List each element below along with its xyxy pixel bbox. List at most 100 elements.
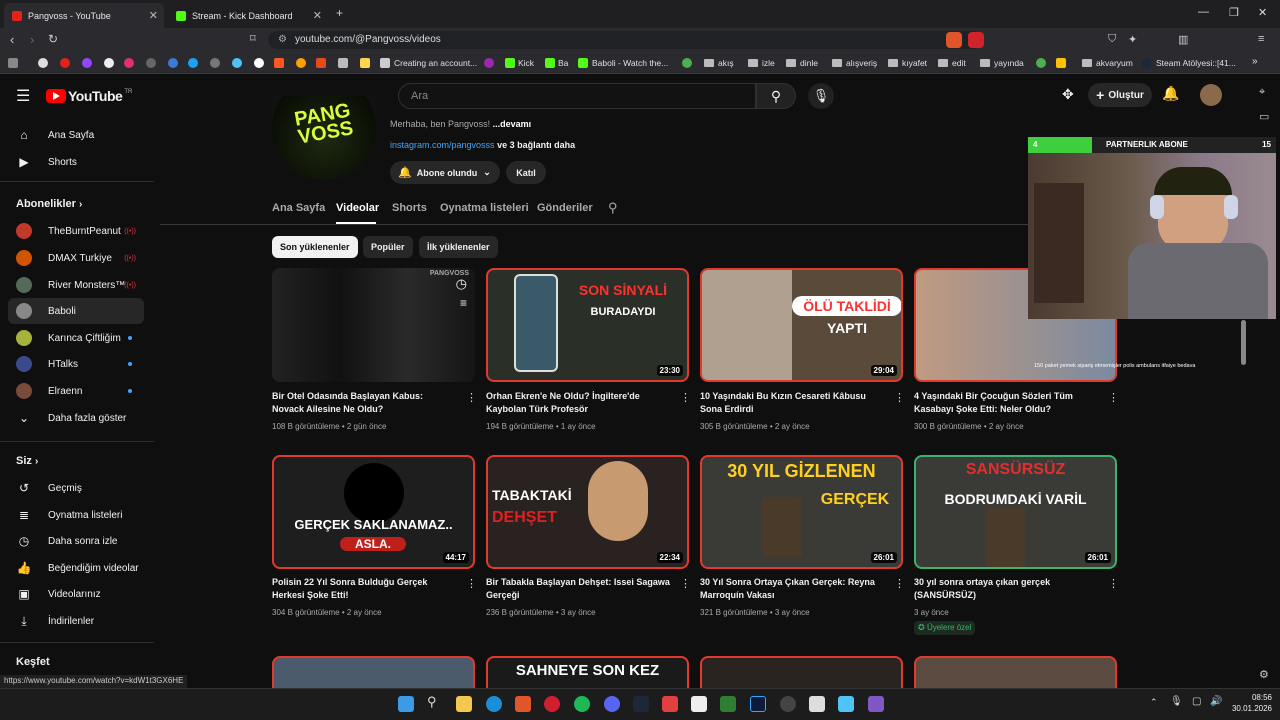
bookmark-creating-account[interactable]: Creating an account...: [394, 58, 477, 68]
chip-popular[interactable]: Popüler: [363, 236, 413, 258]
video-thumbnail[interactable]: [700, 656, 903, 688]
discord-icon[interactable]: [604, 696, 620, 712]
extensions-icon[interactable]: ✦: [1128, 33, 1137, 46]
reload-icon[interactable]: ↻: [48, 32, 58, 46]
back-icon[interactable]: ‹: [10, 32, 14, 47]
more-options-icon[interactable]: ⋮: [894, 577, 905, 590]
video-thumbnail[interactable]: GERÇEK SAKLANAMAZ.. ASLA. 44:17: [272, 455, 475, 569]
bookmark-folder-akis[interactable]: akış: [718, 58, 734, 68]
youtube-logo[interactable]: YouTube TR: [46, 88, 132, 104]
channel-search-icon[interactable]: ⚲: [608, 200, 618, 216]
brave-rewards-icon[interactable]: [968, 32, 984, 48]
tab-posts[interactable]: Gönderiler: [537, 202, 593, 214]
bookmark-icon[interactable]: [210, 58, 220, 68]
sidebar-item-downloads[interactable]: ⤓ İndirilenler: [8, 608, 144, 634]
more-options-icon[interactable]: ⋮: [680, 391, 691, 404]
sidebar-item-history[interactable]: ↺ Geçmiş: [8, 475, 144, 501]
bookmark-folder-alisveris[interactable]: alışveriş: [846, 58, 877, 68]
spotify-icon[interactable]: [574, 696, 590, 712]
more-options-icon[interactable]: ⋮: [466, 391, 477, 404]
bookmark-icon[interactable]: [338, 58, 348, 68]
video-title[interactable]: 4 Yaşındaki Bir Çocuğun Sözleri Tüm Kasa…: [914, 390, 1099, 416]
join-button[interactable]: Katıl: [506, 161, 546, 184]
opera-icon[interactable]: [544, 696, 560, 712]
photoshop-icon[interactable]: [750, 696, 766, 712]
file-explorer-icon[interactable]: [456, 696, 472, 712]
bookmark-folder-yayinda[interactable]: yayında: [994, 58, 1024, 68]
video-thumbnail[interactable]: 30 YIL GİZLENEN GERÇEK 26:01: [700, 455, 903, 569]
sidebar-item-shorts[interactable]: ▶ Shorts: [8, 149, 144, 175]
channel-avatar[interactable]: PANG VOSS: [272, 96, 376, 180]
video-thumbnail[interactable]: SAHNEYE SON KEZ: [486, 656, 689, 688]
bookmark-icon[interactable]: [124, 58, 134, 68]
url-field[interactable]: youtube.com/@Pangvoss/videos: [268, 31, 983, 49]
bookmark-icon[interactable]: [82, 58, 92, 68]
sidebar-item-watch-later[interactable]: ◷ Daha sonra izle: [8, 528, 144, 554]
video-thumbnail[interactable]: SANSÜRSÜZ BODRUMDAKİ VARİL 26:01: [914, 455, 1117, 569]
app-icon[interactable]: [691, 696, 707, 712]
app-icon[interactable]: [809, 696, 825, 712]
windows-start-icon[interactable]: [398, 696, 414, 712]
side-panel-icon[interactable]: ▭: [1259, 110, 1269, 123]
kick-icon[interactable]: [505, 58, 515, 68]
clock[interactable]: 08:56 30.01.2026: [1226, 692, 1272, 714]
steam-icon[interactable]: [633, 696, 649, 712]
channel-links[interactable]: instagram.com/pangvosss ve 3 bağlantı da…: [390, 140, 575, 150]
tab-videos[interactable]: Videolar: [336, 202, 379, 214]
more-options-icon[interactable]: ⋮: [680, 577, 691, 590]
bookmark-icon[interactable]: [254, 58, 264, 68]
video-title[interactable]: Bir Otel Odasında Başlayan Kabus: Novack…: [272, 390, 457, 416]
volume-icon[interactable]: 🔊: [1210, 696, 1222, 707]
settings-gear-icon[interactable]: ⚙: [1259, 668, 1269, 681]
watch-later-icon[interactable]: ◷: [456, 276, 467, 292]
bookmark-icon[interactable]: [60, 58, 70, 68]
sidebar-item-river-monsters[interactable]: River Monsters™ ((•)): [8, 272, 144, 298]
edge-icon[interactable]: [486, 696, 502, 712]
bookmark-icon[interactable]: [38, 58, 48, 68]
more-options-icon[interactable]: ⋮: [466, 577, 477, 590]
bookmark-icon[interactable]: [360, 58, 370, 68]
app-icon[interactable]: [868, 696, 884, 712]
bookmark-icon[interactable]: [296, 58, 306, 68]
sidebar-item-theburntpeanut[interactable]: TheBurntPeanut ((•)): [8, 218, 144, 244]
bookmark-icon[interactable]: [316, 58, 326, 68]
video-thumbnail[interactable]: [914, 656, 1117, 688]
bookmark-folder-kiyafet[interactable]: kıyafet: [902, 58, 927, 68]
subscribed-button[interactable]: 🔔 Abone olundu ⌄: [390, 161, 500, 184]
video-title[interactable]: 30 yıl sonra ortaya çıkan gerçek (SANSÜR…: [914, 576, 1099, 602]
instagram-link[interactable]: instagram.com/pangvosss: [390, 140, 495, 150]
video-thumbnail[interactable]: PANGVOSS ◷ ≡: [272, 268, 475, 382]
bookmark-steam-atolyesi[interactable]: Steam Atölyesi::[41...: [1156, 58, 1236, 68]
tray-chevron-icon[interactable]: ⌃: [1150, 697, 1158, 708]
side-panel-icon[interactable]: ⌖: [1259, 86, 1265, 99]
create-button[interactable]: + Oluştur: [1088, 83, 1152, 107]
more-options-icon[interactable]: ⋮: [1108, 577, 1119, 590]
bookmark-icon[interactable]: [188, 58, 198, 68]
bookmark-icon[interactable]: [1056, 58, 1066, 68]
sidebar-item-playlists[interactable]: ≣ Oynatma listeleri: [8, 502, 144, 528]
app-icon[interactable]: [662, 696, 678, 712]
sidebar-item-dmax[interactable]: DMAX Turkiye ((•)): [8, 245, 144, 271]
bookmark-baboli[interactable]: Baboli - Watch the...: [592, 58, 668, 68]
more-options-icon[interactable]: ⋮: [1108, 391, 1119, 404]
add-to-queue-icon[interactable]: ≡: [460, 296, 467, 310]
bookmark-icon[interactable]: [484, 58, 494, 68]
shield-icon[interactable]: ⛉: [1108, 33, 1116, 46]
network-icon[interactable]: ▢: [1192, 696, 1201, 707]
account-avatar[interactable]: [1200, 84, 1222, 106]
video-thumbnail[interactable]: ÖLÜ TAKLİDİ YAPTI 29:04: [700, 268, 903, 382]
tab-youtube[interactable]: Pangvoss - YouTube ✕: [4, 3, 164, 28]
bookmark-icon[interactable]: [380, 58, 390, 68]
brave-shield-icon[interactable]: [946, 32, 962, 48]
hamburger-menu-icon[interactable]: ☰: [16, 86, 30, 106]
close-window-icon[interactable]: ✕: [1258, 6, 1267, 19]
search-button[interactable]: ⚲: [756, 83, 796, 109]
kick-icon[interactable]: [545, 58, 555, 68]
you-heading[interactable]: Siz ›: [16, 455, 38, 467]
channel-description[interactable]: Merhaba, ben Pangvoss! ...devamı: [390, 119, 531, 129]
kick-icon[interactable]: [578, 58, 588, 68]
bookmark-folder-dinle[interactable]: dinle: [800, 58, 818, 68]
tab-shorts[interactable]: Shorts: [392, 202, 427, 214]
close-icon[interactable]: ✕: [313, 9, 322, 22]
bookmark-icon[interactable]: [1036, 58, 1046, 68]
